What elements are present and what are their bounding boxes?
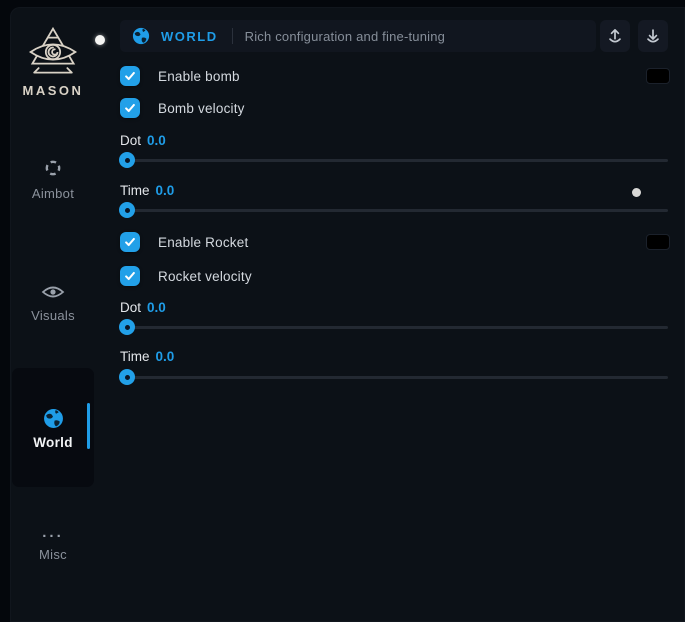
- sidebar-item-label: World: [12, 435, 94, 450]
- globe-icon: [43, 408, 64, 429]
- slider-value: 0.0: [156, 183, 175, 198]
- slider-thumb[interactable]: [119, 152, 135, 168]
- active-tab-indicator: [87, 403, 90, 449]
- rocket-color-swatch[interactable]: [646, 234, 670, 250]
- rocket-dot-slider[interactable]: [120, 319, 668, 335]
- slider-name: Dot: [120, 133, 141, 148]
- ellipsis-icon: ...: [10, 524, 96, 541]
- sidebar-item-aimbot[interactable]: Aimbot: [10, 158, 96, 203]
- app-window: MASON Aimbot Visuals World: [10, 7, 685, 622]
- upload-config-button[interactable]: [600, 20, 630, 52]
- page-title: WORLD: [161, 29, 218, 44]
- page-header: WORLD Rich configuration and fine-tuning: [120, 20, 596, 52]
- check-icon: [124, 70, 136, 82]
- slider-track[interactable]: [120, 376, 668, 379]
- slider-name: Time: [120, 183, 150, 198]
- rocket-velocity-row: Rocket velocity: [120, 266, 252, 286]
- slider-name: Dot: [120, 300, 141, 315]
- crosshair-icon: [43, 158, 63, 178]
- enable-bomb-checkbox[interactable]: [120, 66, 140, 86]
- rocket-time-label: Time 0.0: [120, 349, 174, 364]
- enable-rocket-row: Enable Rocket: [120, 232, 248, 252]
- checkbox-label: Rocket velocity: [158, 269, 252, 284]
- sidebar-item-label: Aimbot: [32, 186, 74, 201]
- bomb-time-label: Time 0.0: [120, 183, 174, 198]
- sidebar-item-label: Visuals: [31, 308, 75, 323]
- cursor-dot: [95, 35, 105, 45]
- sidebar-item-label: Misc: [39, 547, 67, 562]
- sidebar: MASON Aimbot Visuals World: [10, 7, 96, 622]
- bomb-dot-label: Dot 0.0: [120, 133, 166, 148]
- checkbox-label: Bomb velocity: [158, 101, 245, 116]
- page-subtitle: Rich configuration and fine-tuning: [245, 29, 445, 44]
- sidebar-item-visuals[interactable]: Visuals: [10, 284, 96, 325]
- bomb-dot-slider[interactable]: [120, 152, 668, 168]
- slider-track[interactable]: [120, 159, 668, 162]
- rocket-time-slider[interactable]: [120, 369, 668, 385]
- bomb-velocity-checkbox[interactable]: [120, 98, 140, 118]
- rocket-dot-label: Dot 0.0: [120, 300, 166, 315]
- checkbox-label: Enable bomb: [158, 69, 240, 84]
- brand-name: MASON: [10, 83, 96, 98]
- slider-name: Time: [120, 349, 150, 364]
- bomb-time-slider[interactable]: [120, 202, 668, 218]
- slider-value: 0.0: [156, 349, 175, 364]
- eye-icon: [41, 284, 65, 300]
- rocket-velocity-checkbox[interactable]: [120, 266, 140, 286]
- check-icon: [124, 270, 136, 282]
- slider-thumb[interactable]: [119, 319, 135, 335]
- globe-icon: [132, 27, 150, 45]
- download-icon: [644, 27, 662, 45]
- check-icon: [124, 102, 136, 114]
- cursor-dot: [632, 188, 641, 197]
- slider-thumb[interactable]: [119, 369, 135, 385]
- slider-track[interactable]: [120, 209, 668, 212]
- bomb-velocity-row: Bomb velocity: [120, 98, 245, 118]
- masonic-eye-pyramid-icon: [22, 26, 84, 78]
- enable-bomb-row: Enable bomb: [120, 66, 240, 86]
- bomb-color-swatch[interactable]: [646, 68, 670, 84]
- checkbox-label: Enable Rocket: [158, 235, 248, 250]
- slider-track[interactable]: [120, 326, 668, 329]
- slider-value: 0.0: [147, 133, 166, 148]
- slider-value: 0.0: [147, 300, 166, 315]
- download-config-button[interactable]: [638, 20, 668, 52]
- enable-rocket-checkbox[interactable]: [120, 232, 140, 252]
- sidebar-item-misc[interactable]: ... Misc: [10, 524, 96, 564]
- upload-icon: [606, 27, 624, 45]
- sidebar-item-world[interactable]: World: [12, 368, 94, 487]
- check-icon: [124, 236, 136, 248]
- divider: [232, 28, 233, 44]
- slider-thumb[interactable]: [119, 202, 135, 218]
